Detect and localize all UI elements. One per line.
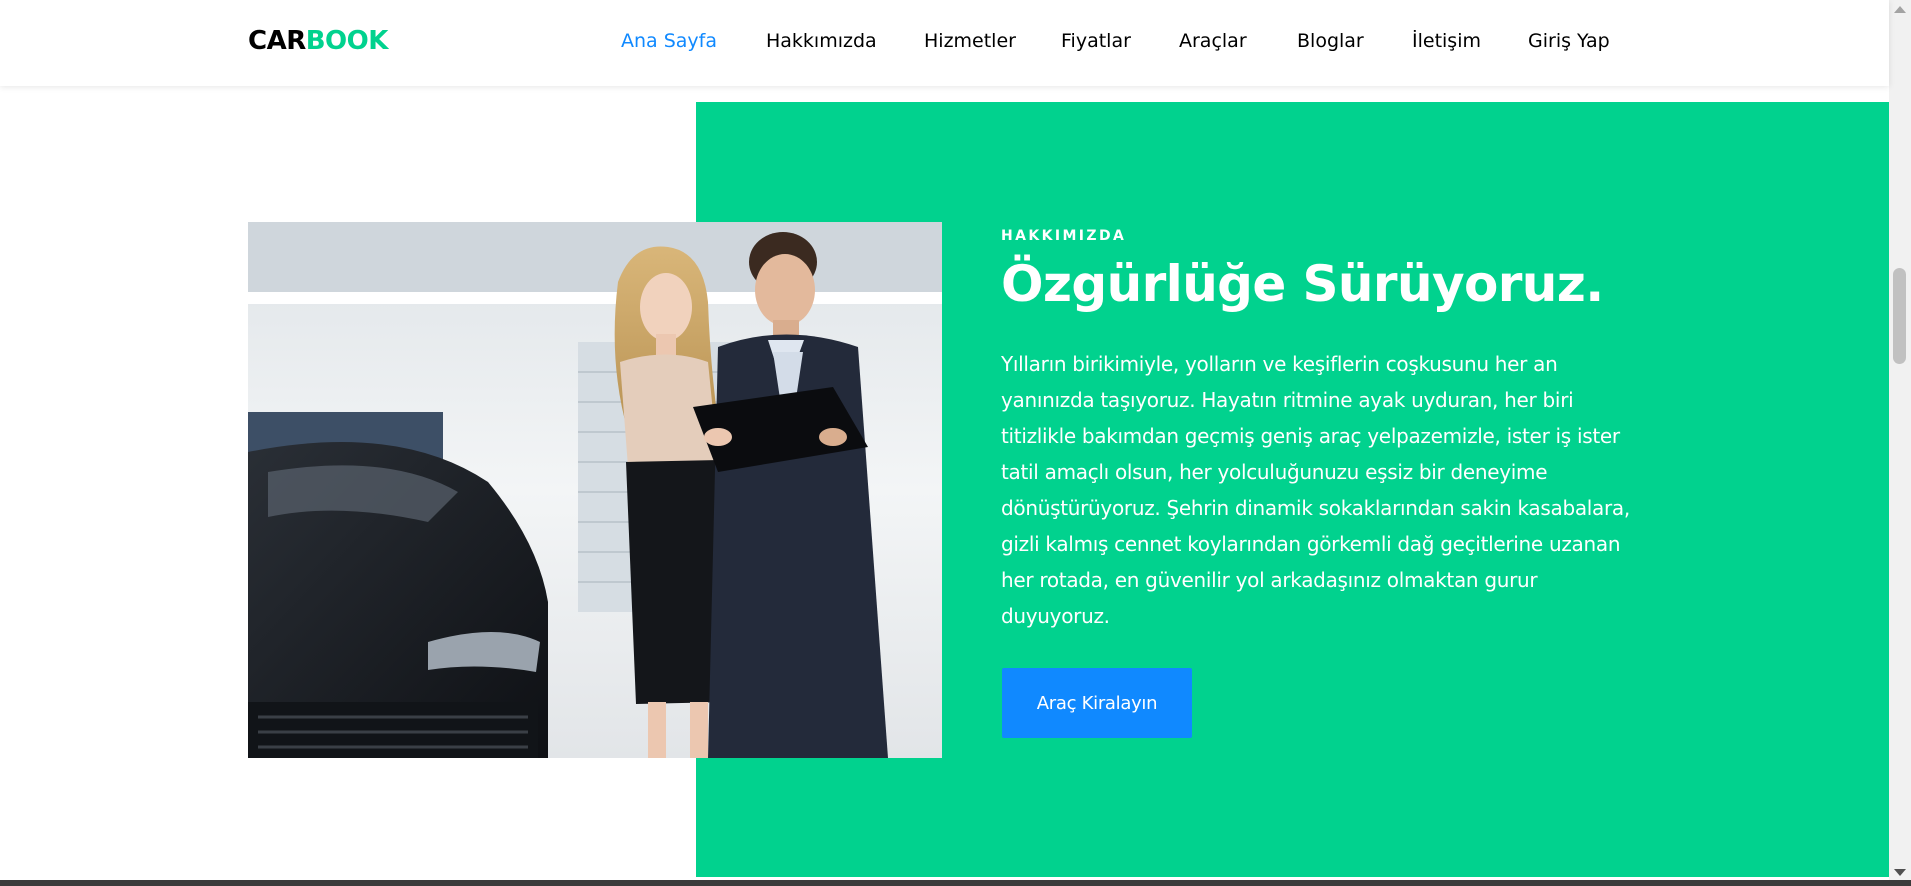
nav-link-giris-yap[interactable]: Giriş Yap xyxy=(1528,27,1610,55)
carbook-logo[interactable]: CARBOOK xyxy=(248,25,388,57)
vertical-scrollbar[interactable] xyxy=(1889,0,1911,886)
nav-link-hizmetler[interactable]: Hizmetler xyxy=(924,27,1016,55)
window-bottom-edge xyxy=(0,880,1911,886)
section-kicker: HAKKIMIZDA xyxy=(1001,228,1127,244)
about-photo xyxy=(248,222,942,758)
page-title: Özgürlüğe Sürüyoruz. xyxy=(1001,255,1604,313)
scrollbar-thumb[interactable] xyxy=(1893,268,1906,364)
nav-link-araclar[interactable]: Araçlar xyxy=(1179,27,1247,55)
nav-link-fiyatlar[interactable]: Fiyatlar xyxy=(1061,27,1131,55)
scroll-up-arrow-icon[interactable] xyxy=(1894,6,1906,13)
about-paragraph: Yılların birikimiyle, yolların ve keşifl… xyxy=(1001,352,1630,628)
logo-part-book: BOOK xyxy=(305,26,389,56)
about-section: HAKKIMIZDA Özgürlüğe Sürüyoruz. Yılların… xyxy=(1001,222,1641,634)
scroll-down-arrow-icon[interactable] xyxy=(1894,869,1906,876)
rent-car-button[interactable]: Araç Kiralayın xyxy=(1002,668,1192,738)
nav-link-iletisim[interactable]: İletişim xyxy=(1412,27,1481,55)
logo-part-car: CAR xyxy=(248,26,306,56)
nav-link-ana-sayfa[interactable]: Ana Sayfa xyxy=(621,27,717,55)
nav-link-bloglar[interactable]: Bloglar xyxy=(1297,27,1364,55)
navbar: CARBOOK Ana Sayfa Hakkımızda Hizmetler F… xyxy=(0,0,1889,86)
nav-link-hakkimizda[interactable]: Hakkımızda xyxy=(766,27,877,55)
